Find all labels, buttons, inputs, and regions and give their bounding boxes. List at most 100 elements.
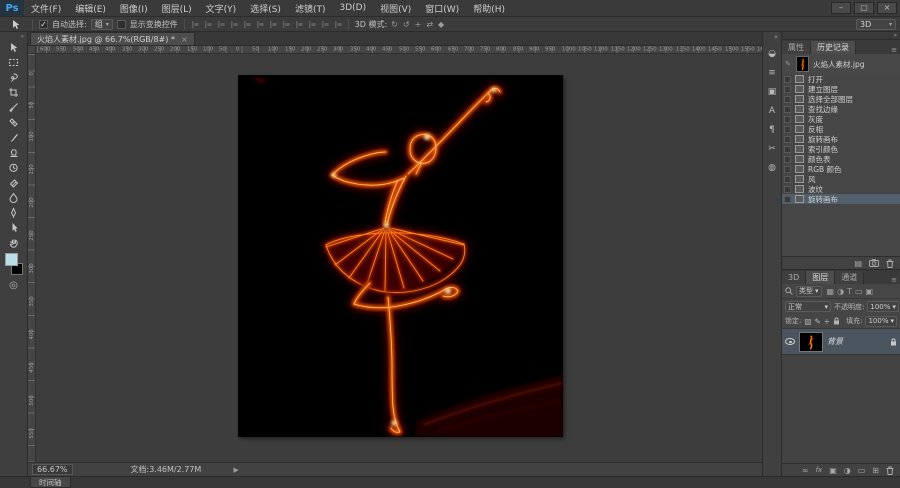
canvas[interactable] bbox=[238, 75, 563, 437]
history-brush-well[interactable] bbox=[784, 105, 791, 113]
layer-effects-icon[interactable]: fx bbox=[816, 466, 823, 474]
eyedropper-tool[interactable] bbox=[3, 100, 25, 115]
filter-smart-objects-icon[interactable]: ▣ bbox=[866, 287, 874, 296]
blur-tool[interactable] bbox=[3, 190, 25, 205]
delete-layer-icon[interactable] bbox=[886, 466, 894, 475]
filter-type-layers-icon[interactable]: T bbox=[847, 287, 852, 296]
quick-mask-button[interactable]: ◎ bbox=[3, 278, 25, 293]
history-brush-well[interactable] bbox=[784, 145, 791, 153]
layer-row-background[interactable]: 背景 bbox=[782, 329, 900, 355]
layer-thumbnail[interactable] bbox=[799, 331, 823, 352]
auto-select-dropdown[interactable]: 组 ▾ bbox=[90, 18, 113, 30]
menu-item[interactable]: 3D(D) bbox=[332, 3, 373, 13]
status-options-arrow-icon[interactable]: ▶ bbox=[233, 466, 238, 474]
brush-tool[interactable] bbox=[3, 130, 25, 145]
history-step[interactable]: 查找边缘 bbox=[782, 104, 900, 114]
collapse-panels-icon[interactable]: » bbox=[893, 32, 897, 39]
history-step[interactable]: 打开 bbox=[782, 74, 900, 84]
3d-roll-icon[interactable]: ↺ bbox=[403, 20, 410, 29]
history-brush-well[interactable] bbox=[784, 115, 791, 123]
minimize-icon[interactable]: – bbox=[831, 2, 851, 14]
expand-panels-icon[interactable]: « bbox=[763, 32, 781, 43]
collapse-tools-icon[interactable]: » bbox=[0, 33, 27, 40]
history-brush-well[interactable] bbox=[784, 135, 791, 143]
history-step[interactable]: 选择全部图层 bbox=[782, 94, 900, 104]
lock-transparent-pixels-icon[interactable]: ▨ bbox=[804, 317, 811, 326]
canvas-viewport[interactable] bbox=[36, 54, 762, 462]
history-brush-well[interactable] bbox=[784, 95, 791, 103]
new-snapshot-icon[interactable] bbox=[869, 259, 879, 267]
menu-item[interactable]: 视图(V) bbox=[373, 2, 418, 15]
close-icon[interactable]: × bbox=[877, 2, 897, 14]
lock-position-icon[interactable]: + bbox=[824, 317, 830, 326]
delete-history-icon[interactable] bbox=[886, 259, 894, 268]
filter-adjustment-layers-icon[interactable]: ◑ bbox=[837, 287, 844, 296]
menu-item[interactable]: 窗口(W) bbox=[418, 2, 466, 15]
menu-item[interactable]: 滤镜(T) bbox=[288, 2, 333, 15]
menu-item[interactable]: 帮助(H) bbox=[466, 2, 512, 15]
history-step[interactable]: 索引颜色 bbox=[782, 144, 900, 154]
opacity-input[interactable]: 100% ▾ bbox=[867, 301, 899, 312]
adjustment-layer-icon[interactable]: ◑ bbox=[844, 466, 851, 475]
history-step[interactable]: 旋转画布 bbox=[782, 194, 900, 204]
restore-icon[interactable]: ▢ bbox=[854, 2, 874, 14]
history-step[interactable]: 颜色表 bbox=[782, 154, 900, 164]
history-step[interactable]: 建立图层 bbox=[782, 84, 900, 94]
history-step[interactable]: 反相 bbox=[782, 124, 900, 134]
history-step[interactable]: 波纹 bbox=[782, 184, 900, 194]
blend-mode-dropdown[interactable]: 正常 ▾ bbox=[785, 301, 831, 312]
new-layer-icon[interactable]: ⊞ bbox=[872, 466, 879, 475]
history-brush-well[interactable] bbox=[784, 85, 791, 93]
tab-history[interactable]: 历史记录 bbox=[811, 41, 856, 54]
3d-scale-icon[interactable]: ◆ bbox=[438, 20, 444, 29]
timeline-tab[interactable]: 时间轴 bbox=[30, 477, 71, 488]
menu-item[interactable]: 文字(Y) bbox=[199, 2, 244, 15]
new-group-icon[interactable]: ▭ bbox=[858, 466, 866, 475]
pen-tool[interactable] bbox=[3, 205, 25, 220]
adjustments-panel-icon[interactable]: ◒ bbox=[764, 46, 780, 62]
measure-panel-icon[interactable]: ✂ bbox=[764, 141, 780, 157]
menu-item[interactable]: 图层(L) bbox=[155, 2, 199, 15]
filter-shape-layers-icon[interactable]: ▭ bbox=[855, 287, 863, 296]
crop-tool[interactable] bbox=[3, 85, 25, 100]
lasso-tool[interactable] bbox=[3, 70, 25, 85]
filter-pixel-layers-icon[interactable]: ▦ bbox=[827, 287, 835, 296]
history-step[interactable]: 旋转画布 bbox=[782, 134, 900, 144]
history-step[interactable]: RGB 颜色 bbox=[782, 164, 900, 174]
history-brush-well[interactable] bbox=[784, 165, 791, 173]
close-tab-icon[interactable]: × bbox=[181, 35, 188, 44]
menu-item[interactable]: 文件(F) bbox=[24, 2, 68, 15]
layer-mask-icon[interactable]: ▣ bbox=[829, 466, 837, 475]
styles-panel-icon[interactable]: ≡ bbox=[764, 65, 780, 81]
tab-layers[interactable]: 图层 bbox=[806, 271, 836, 284]
lock-all-icon[interactable] bbox=[833, 317, 840, 325]
character-panel-icon[interactable]: A bbox=[764, 103, 780, 119]
panel-menu-icon[interactable]: ≡ bbox=[891, 276, 900, 284]
hand-tool[interactable] bbox=[3, 235, 25, 250]
new-document-from-state-icon[interactable]: ▤ bbox=[854, 259, 862, 268]
menu-item[interactable]: 编辑(E) bbox=[68, 2, 113, 15]
paragraph-panel-icon[interactable]: ¶ bbox=[764, 122, 780, 138]
clone-stamp-tool[interactable] bbox=[3, 145, 25, 160]
tab-3d[interactable]: 3D bbox=[782, 271, 807, 284]
lock-image-pixels-icon[interactable]: ✎ bbox=[814, 317, 820, 326]
history-brush-well[interactable] bbox=[784, 125, 791, 133]
3d-slide-icon[interactable]: ⇄ bbox=[426, 20, 433, 29]
healing-brush-tool[interactable] bbox=[3, 115, 25, 130]
history-brush-well[interactable] bbox=[784, 75, 791, 83]
history-step[interactable]: 风 bbox=[782, 174, 900, 184]
tab-properties[interactable]: 属性 bbox=[782, 41, 811, 54]
show-transform-checkbox[interactable] bbox=[116, 19, 126, 29]
path-selection-tool[interactable] bbox=[3, 220, 25, 235]
history-brush-tool[interactable] bbox=[3, 160, 25, 175]
filter-type-dropdown[interactable]: 类型 ▾ bbox=[796, 285, 822, 297]
eraser-tool[interactable] bbox=[3, 175, 25, 190]
fill-input[interactable]: 100% ▾ bbox=[865, 315, 897, 327]
3d-drag-icon[interactable]: + bbox=[415, 20, 422, 29]
kuler-panel-icon[interactable]: ◍ bbox=[764, 160, 780, 176]
foreground-color-swatch[interactable] bbox=[4, 253, 18, 266]
link-layers-icon[interactable]: ∞ bbox=[802, 466, 809, 475]
menu-item[interactable]: 选择(S) bbox=[243, 2, 288, 15]
workspace-switcher[interactable]: 3D ▾ bbox=[856, 18, 896, 30]
history-brush-well[interactable] bbox=[784, 155, 791, 163]
